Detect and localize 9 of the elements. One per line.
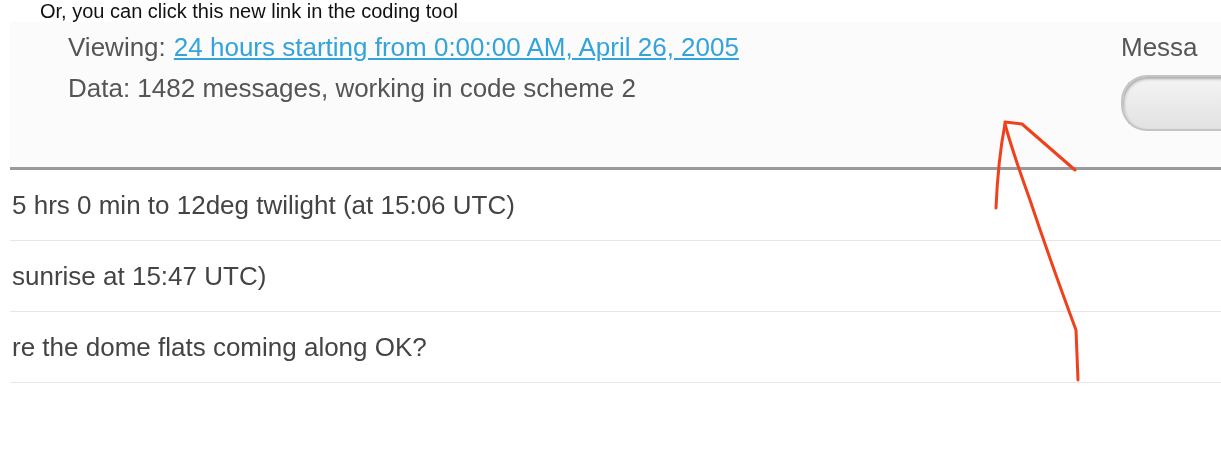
search-field[interactable] (1121, 75, 1221, 131)
message-text: re the dome flats coming along OK? (12, 331, 427, 363)
message-text: 5 hrs 0 min to 12deg twilight (at 15:06 UTC) (12, 189, 515, 221)
data-summary: Data: 1482 messages, working in code scheme 2 (68, 73, 637, 104)
message-text: sunrise at 15:47 UTC) (12, 260, 267, 292)
viewing-label: Viewing: (68, 32, 166, 63)
messages-label: Messa (1121, 32, 1198, 63)
caption-text: Or, you can click this new link in the coding tool (40, 0, 459, 22)
viewing-link[interactable]: 24 hours starting from 0:00:00 AM, April 26, 2005 (173, 32, 739, 63)
